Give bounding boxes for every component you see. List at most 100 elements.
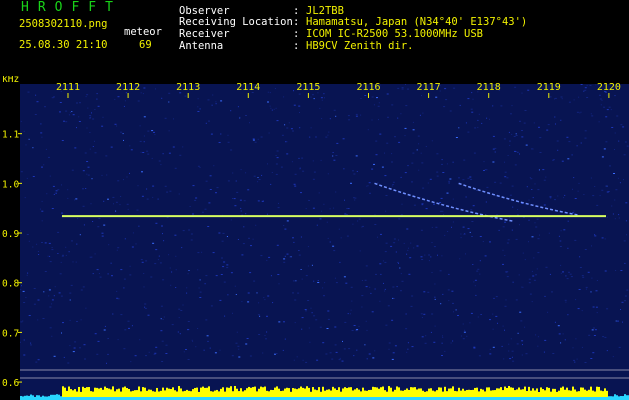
- noise-speck: [575, 299, 577, 301]
- noise-speck: [351, 300, 353, 302]
- noise-speck: [245, 172, 247, 174]
- noise-speck: [178, 317, 180, 319]
- noise-speck: [339, 261, 341, 263]
- noise-speck: [434, 298, 436, 300]
- noise-speck: [471, 221, 474, 222]
- noise-speck: [248, 237, 250, 239]
- noise-speck: [111, 275, 113, 277]
- noise-speck: [401, 280, 404, 282]
- amplitude-bar: [56, 394, 58, 400]
- noise-speck: [98, 273, 100, 274]
- noise-speck: [65, 121, 68, 123]
- noise-speck: [54, 286, 56, 288]
- noise-speck: [147, 130, 150, 132]
- noise-speck: [421, 95, 422, 97]
- noise-speck: [307, 246, 309, 248]
- noise-speck: [160, 305, 163, 307]
- noise-speck: [192, 185, 195, 187]
- noise-speck: [302, 170, 305, 172]
- noise-speck: [69, 111, 71, 113]
- noise-speck: [343, 276, 346, 278]
- noise-speck: [563, 197, 565, 199]
- noise-speck: [472, 205, 475, 207]
- amplitude-bar: [28, 395, 30, 400]
- noise-speck: [20, 171, 23, 173]
- noise-speck: [181, 247, 183, 249]
- noise-speck: [307, 265, 309, 267]
- noise-speck: [492, 105, 494, 107]
- noise-speck: [322, 287, 324, 289]
- noise-speck: [197, 328, 199, 329]
- noise-speck: [452, 221, 454, 223]
- noise-speck: [434, 325, 436, 327]
- noise-speck: [567, 220, 569, 222]
- noise-speck: [578, 289, 581, 290]
- noise-speck: [197, 165, 200, 167]
- noise-speck: [101, 125, 104, 127]
- noise-speck: [605, 141, 608, 143]
- noise-speck: [85, 188, 87, 189]
- noise-speck: [560, 230, 562, 232]
- noise-speck: [443, 106, 446, 108]
- noise-speck: [616, 115, 619, 117]
- noise-speck: [270, 183, 272, 185]
- noise-speck: [91, 256, 93, 258]
- noise-speck: [460, 237, 462, 239]
- noise-speck: [400, 273, 402, 275]
- noise-speck: [172, 146, 175, 148]
- noise-speck: [51, 303, 53, 305]
- y-tick-label: 0.9: [2, 229, 19, 240]
- noise-speck: [549, 96, 552, 98]
- noise-speck: [549, 196, 552, 198]
- noise-speck: [467, 98, 470, 100]
- noise-speck: [583, 90, 585, 92]
- noise-speck: [86, 94, 89, 96]
- noise-speck: [451, 290, 454, 292]
- noise-speck: [123, 287, 125, 289]
- noise-speck: [222, 232, 225, 234]
- noise-speck: [146, 150, 149, 152]
- noise-speck: [564, 299, 567, 301]
- noise-speck: [266, 331, 268, 333]
- noise-speck: [536, 268, 538, 270]
- noise-speck: [547, 124, 550, 126]
- noise-speck: [107, 338, 109, 340]
- noise-speck: [153, 131, 155, 133]
- noise-speck: [120, 314, 123, 316]
- noise-speck: [441, 255, 443, 257]
- noise-speck: [364, 95, 367, 96]
- amplitude-bar: [58, 394, 60, 400]
- noise-speck: [556, 140, 559, 142]
- noise-speck: [590, 177, 592, 179]
- noise-speck: [408, 247, 409, 249]
- noise-speck: [322, 342, 325, 344]
- noise-speck: [26, 274, 28, 276]
- noise-speck: [474, 285, 476, 287]
- noise-speck: [237, 239, 239, 240]
- noise-speck: [427, 291, 430, 293]
- noise-speck: [61, 184, 62, 186]
- noise-speck: [584, 137, 587, 139]
- noise-speck: [537, 189, 540, 191]
- noise-speck: [612, 213, 614, 215]
- noise-speck: [250, 245, 252, 247]
- noise-speck: [82, 188, 84, 190]
- noise-speck: [49, 261, 52, 263]
- noise-speck: [599, 98, 602, 100]
- noise-speck: [157, 259, 159, 261]
- noise-speck: [624, 295, 627, 297]
- noise-speck: [401, 87, 404, 89]
- noise-speck: [187, 329, 189, 331]
- noise-speck: [297, 292, 300, 294]
- noise-speck: [612, 356, 614, 358]
- noise-speck: [86, 127, 88, 129]
- noise-speck: [564, 194, 566, 196]
- noise-speck: [494, 147, 497, 149]
- noise-speck: [124, 238, 126, 240]
- noise-speck: [443, 213, 445, 215]
- noise-speck: [465, 122, 467, 124]
- noise-speck: [163, 240, 165, 242]
- noise-speck: [412, 129, 415, 131]
- noise-speck: [247, 301, 250, 303]
- noise-speck: [221, 240, 224, 242]
